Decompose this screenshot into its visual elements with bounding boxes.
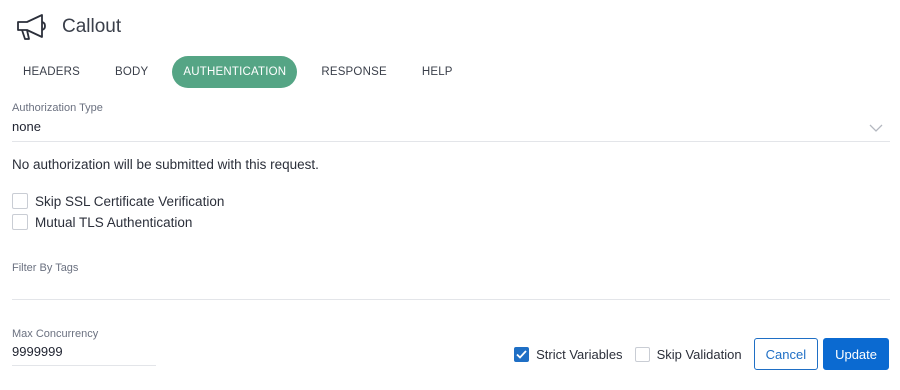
max-concurrency-label: Max Concurrency <box>12 328 99 340</box>
authorization-type-select[interactable]: none <box>12 119 41 134</box>
tab-response[interactable]: RESPONSE <box>310 56 398 88</box>
tab-help[interactable]: HELP <box>411 56 464 88</box>
strict-variables-label: Strict Variables <box>536 346 623 362</box>
mutual-tls-checkbox[interactable]: Mutual TLS Authentication <box>12 214 192 230</box>
header: Callout <box>14 10 121 44</box>
max-concurrency-input[interactable]: 9999999 <box>12 344 63 359</box>
page-title: Callout <box>62 16 122 37</box>
check-icon <box>516 349 527 359</box>
divider <box>12 141 890 142</box>
authorization-type-label: Authorization Type <box>12 102 103 114</box>
chevron-down-icon[interactable] <box>869 120 883 132</box>
tab-headers[interactable]: HEADERS <box>12 56 91 88</box>
tab-body[interactable]: BODY <box>104 56 159 88</box>
mutual-tls-label: Mutual TLS Authentication <box>35 214 193 230</box>
filter-by-tags-label: Filter By Tags <box>12 262 79 274</box>
filter-by-tags-input[interactable] <box>12 299 890 300</box>
skip-ssl-checkbox[interactable]: Skip SSL Certificate Verification <box>12 193 224 209</box>
skip-validation-checkbox[interactable]: Skip Validation <box>634 346 742 362</box>
checkbox-box[interactable] <box>12 193 28 209</box>
megaphone-icon <box>14 12 50 42</box>
checkbox-box-checked[interactable] <box>514 346 530 362</box>
footer-actions: Strict Variables Skip Validation Cancel … <box>514 338 889 370</box>
strict-variables-checkbox[interactable]: Strict Variables <box>514 346 623 362</box>
checkbox-box[interactable] <box>634 346 650 362</box>
skip-validation-label: Skip Validation <box>656 346 742 362</box>
checkbox-box[interactable] <box>12 214 28 230</box>
authorization-info-text: No authorization will be submitted with … <box>12 157 319 172</box>
max-concurrency-underline <box>12 365 156 366</box>
tab-bar: HEADERS BODY AUTHENTICATION RESPONSE HEL… <box>12 56 477 88</box>
skip-ssl-label: Skip SSL Certificate Verification <box>35 193 225 209</box>
tab-authentication[interactable]: AUTHENTICATION <box>172 56 298 88</box>
update-button[interactable]: Update <box>823 338 889 370</box>
cancel-button[interactable]: Cancel <box>753 338 819 370</box>
